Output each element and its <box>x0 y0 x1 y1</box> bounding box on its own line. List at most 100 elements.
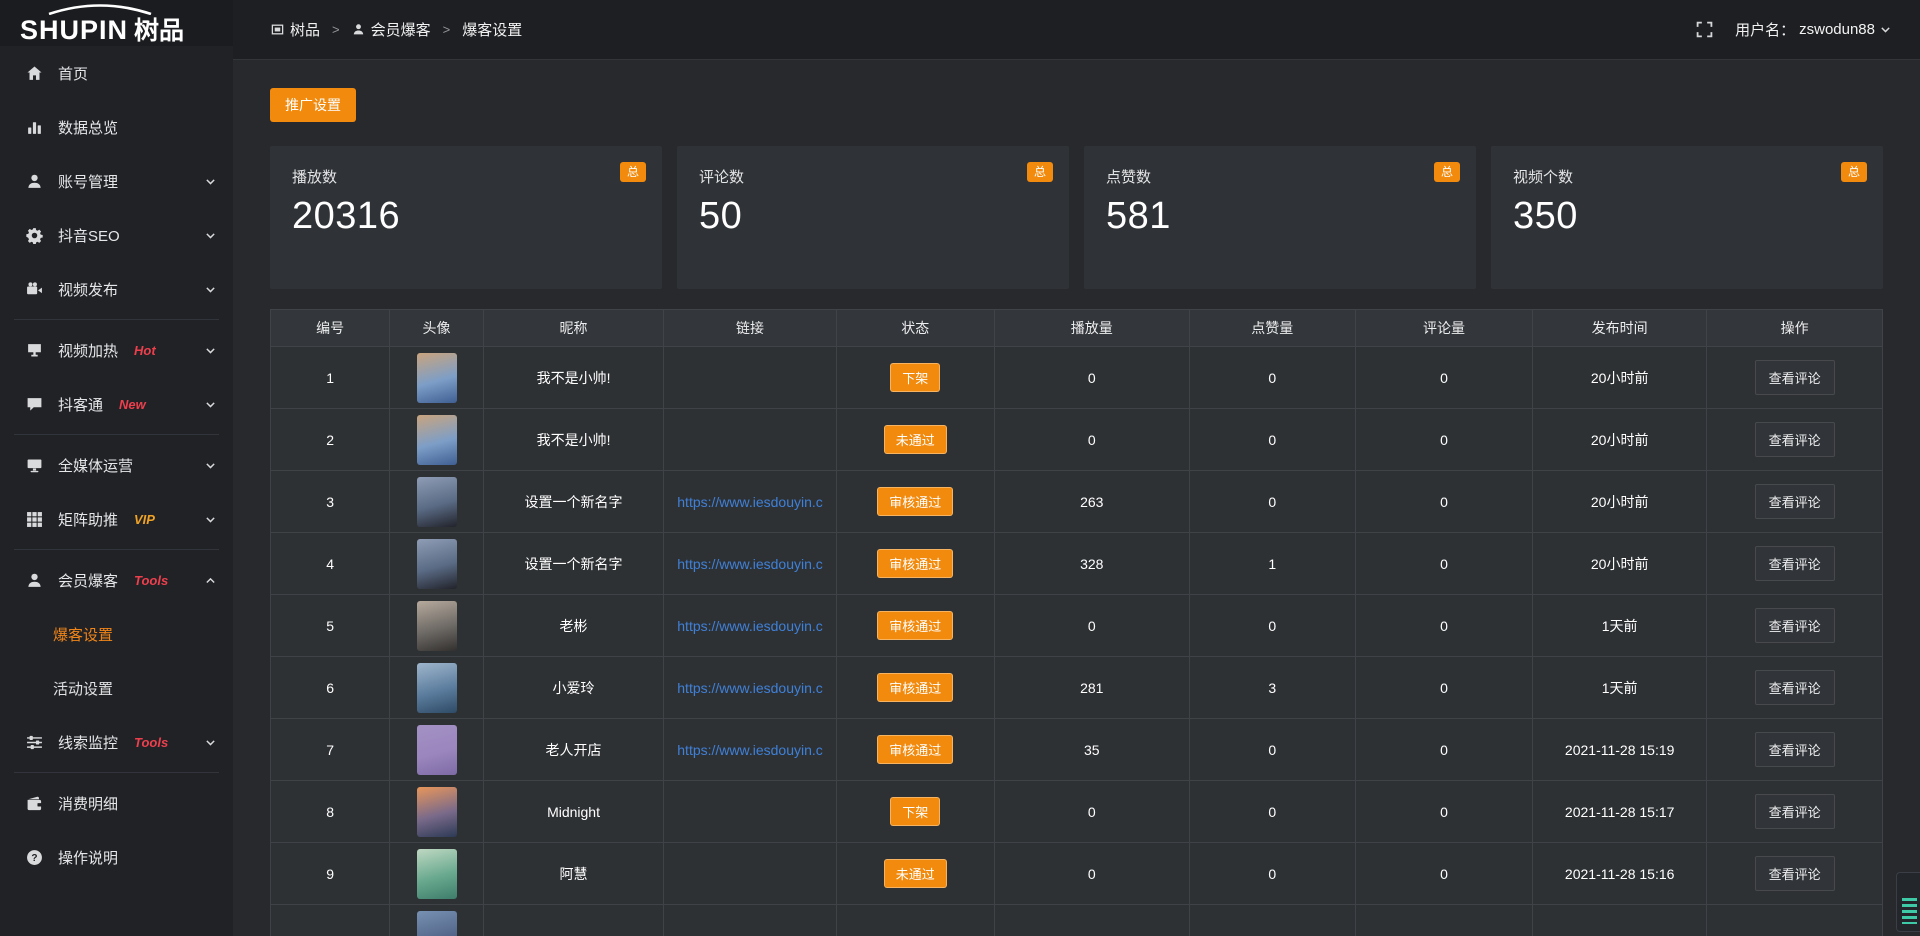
cell-link <box>664 347 836 409</box>
cell-link <box>664 409 836 471</box>
sidebar-item-label: 数据总览 <box>58 117 118 138</box>
sidebar-item-member-baoke[interactable]: 会员爆客Tools <box>0 553 233 607</box>
stat-cards: 播放数20316总评论数50总点赞数581总视频个数350总 <box>270 146 1883 289</box>
promo-settings-button[interactable]: 推广设置 <box>270 88 356 122</box>
sidebar-subitem-activity-settings[interactable]: 活动设置 <box>0 661 233 715</box>
video-link[interactable]: https://www.iesdouyin.c <box>677 618 823 634</box>
column-header: 昵称 <box>483 310 664 347</box>
cell-comments: 0 <box>1355 719 1532 781</box>
cell-nickname: 老彬 <box>483 595 664 657</box>
chevron-down-icon <box>204 398 217 411</box>
video-link[interactable]: https://www.iesdouyin.c <box>677 556 823 572</box>
cell-nickname <box>483 905 664 936</box>
stat-label: 评论数 <box>699 166 1047 187</box>
sidebar-item-home[interactable]: 首页 <box>0 46 233 100</box>
cell-plays: 281 <box>994 657 1189 719</box>
username-label: 用户名： <box>1735 19 1795 40</box>
user-menu[interactable]: 用户名： zswodun88 <box>1735 19 1892 40</box>
video-link[interactable]: https://www.iesdouyin.c <box>677 680 823 696</box>
cell-nickname: 我不是小帅! <box>483 347 664 409</box>
cell-status: 审核通过 <box>836 657 994 719</box>
cell-action: 查看评论 <box>1707 781 1883 843</box>
cell-comments: 0 <box>1355 471 1532 533</box>
avatar <box>417 787 457 837</box>
cell-comments: 0 <box>1355 843 1532 905</box>
stat-value: 20316 <box>292 195 640 238</box>
logo-text-zh: 树品 <box>134 19 184 44</box>
sidebar-item-clue-monitor[interactable]: 线索监控Tools <box>0 715 233 769</box>
column-header: 状态 <box>836 310 994 347</box>
breadcrumb-item-shupin[interactable]: 树品 <box>271 19 320 40</box>
breadcrumb-item-baoke-settings[interactable]: 爆客设置 <box>462 19 522 40</box>
sidebar-item-label: 操作说明 <box>58 847 118 868</box>
sidebar-item-data-overview[interactable]: 数据总览 <box>0 100 233 154</box>
cell-likes: 0 <box>1189 471 1355 533</box>
breadcrumb-label: 树品 <box>290 19 320 40</box>
sidebar-item-video-publish[interactable]: 视频发布 <box>0 262 233 316</box>
cell-status: 未通过 <box>836 843 994 905</box>
sidebar-item-operation-guide[interactable]: ?操作说明 <box>0 830 233 884</box>
cell-comments: 0 <box>1355 533 1532 595</box>
view-comments-button[interactable]: 查看评论 <box>1755 608 1835 643</box>
sidebar-divider <box>14 549 219 550</box>
cell-id: 1 <box>271 347 390 409</box>
user-icon <box>352 23 365 36</box>
cell-publish-time: 20小时前 <box>1533 347 1707 409</box>
view-comments-button[interactable]: 查看评论 <box>1755 856 1835 891</box>
table-row: 7老人开店https://www.iesdouyin.c审核通过35002021… <box>271 719 1883 781</box>
sidebar-item-video-heat[interactable]: 视频加热Hot <box>0 323 233 377</box>
view-comments-button[interactable]: 查看评论 <box>1755 670 1835 705</box>
cell-likes: 0 <box>1189 347 1355 409</box>
cell-comments: 0 <box>1355 347 1532 409</box>
cell-id: 2 <box>271 409 390 471</box>
column-header: 编号 <box>271 310 390 347</box>
cell-avatar <box>390 471 483 533</box>
video-link[interactable]: https://www.iesdouyin.c <box>677 494 823 510</box>
cell-plays: 263 <box>994 471 1189 533</box>
monitor-icon <box>26 457 43 474</box>
home-icon <box>26 65 43 82</box>
stat-card: 点赞数581总 <box>1084 146 1476 289</box>
cell-action: 查看评论 <box>1707 657 1883 719</box>
sidebar-item-matrix-boost[interactable]: 矩阵助推VIP <box>0 492 233 546</box>
floating-widget[interactable] <box>1896 872 1920 932</box>
view-comments-button[interactable]: 查看评论 <box>1755 422 1835 457</box>
cell-avatar <box>390 843 483 905</box>
sidebar-subitem-label: 活动设置 <box>53 678 113 699</box>
sidebar-subitem-baoke-settings[interactable]: 爆客设置 <box>0 607 233 661</box>
sidebar-item-media-operation[interactable]: 全媒体运营 <box>0 438 233 492</box>
cell-id <box>271 905 390 936</box>
sidebar-divider <box>14 772 219 773</box>
cell-action: 查看评论 <box>1707 843 1883 905</box>
table-row: 6小爱玲https://www.iesdouyin.c审核通过281301天前查… <box>271 657 1883 719</box>
sidebar-item-consume-detail[interactable]: 消费明细 <box>0 776 233 830</box>
view-comments-button[interactable]: 查看评论 <box>1755 360 1835 395</box>
view-comments-button[interactable]: 查看评论 <box>1755 794 1835 829</box>
breadcrumb-separator: > <box>443 22 451 37</box>
cell-status: 审核通过 <box>836 471 994 533</box>
cell-link <box>664 781 836 843</box>
sidebar-item-label: 账号管理 <box>58 171 118 192</box>
cell-comments <box>1355 905 1532 936</box>
fullscreen-icon[interactable] <box>1696 21 1713 38</box>
stat-total-badge: 总 <box>1434 162 1460 182</box>
cell-nickname: 我不是小帅! <box>483 409 664 471</box>
cell-link: https://www.iesdouyin.c <box>664 657 836 719</box>
cell-likes <box>1189 905 1355 936</box>
sidebar-item-douketong[interactable]: 抖客通New <box>0 377 233 431</box>
cell-avatar <box>390 719 483 781</box>
cell-publish-time: 20小时前 <box>1533 409 1707 471</box>
member-icon <box>26 572 43 589</box>
chevron-down-icon <box>204 283 217 296</box>
cell-publish-time: 2021-11-28 15:19 <box>1533 719 1707 781</box>
heat-screen-icon <box>26 342 43 359</box>
breadcrumb-item-member-baoke[interactable]: 会员爆客 <box>352 19 431 40</box>
stat-label: 播放数 <box>292 166 640 187</box>
view-comments-button[interactable]: 查看评论 <box>1755 546 1835 581</box>
gear-icon <box>26 227 43 244</box>
sidebar-item-account-management[interactable]: 账号管理 <box>0 154 233 208</box>
sidebar-item-douyin-seo[interactable]: 抖音SEO <box>0 208 233 262</box>
video-link[interactable]: https://www.iesdouyin.c <box>677 742 823 758</box>
view-comments-button[interactable]: 查看评论 <box>1755 732 1835 767</box>
view-comments-button[interactable]: 查看评论 <box>1755 484 1835 519</box>
